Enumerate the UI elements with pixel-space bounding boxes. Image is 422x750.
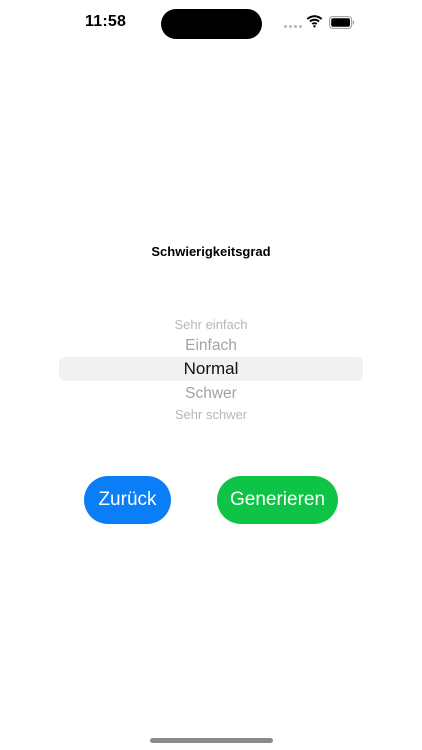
picker-option-selected[interactable]: Normal	[59, 359, 363, 379]
picker-title: Schwierigkeitsgrad	[151, 244, 271, 259]
picker-option[interactable]: Sehr einfach	[59, 317, 363, 332]
picker-option[interactable]: Sehr schwer	[59, 407, 363, 422]
wifi-icon	[306, 15, 323, 28]
picker-option[interactable]: Schwer	[59, 385, 363, 403]
signal-dots-icon	[284, 25, 302, 28]
battery-icon	[329, 16, 355, 29]
back-button[interactable]: Zurück	[84, 476, 171, 524]
difficulty-picker[interactable]: Sehr einfach Einfach Normal Schwer Sehr …	[59, 310, 363, 430]
picker-option[interactable]: Einfach	[59, 337, 363, 355]
status-time: 11:58	[85, 13, 127, 30]
dynamic-island	[161, 9, 262, 39]
home-indicator[interactable]	[150, 738, 273, 743]
generate-button[interactable]: Generieren	[217, 476, 338, 524]
status-bar: 11:58	[0, 0, 422, 46]
